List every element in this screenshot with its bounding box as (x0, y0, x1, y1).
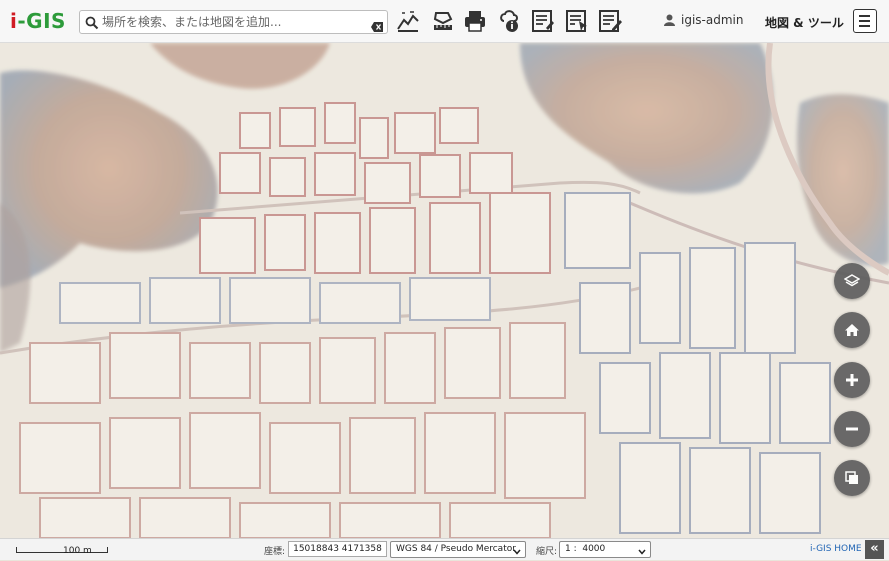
search-input[interactable] (102, 13, 357, 31)
chevron-down-icon (638, 546, 646, 561)
edit-report-icon[interactable] (598, 9, 622, 33)
select-report-icon[interactable] (565, 9, 589, 33)
scale-select[interactable]: 1 : 4000 (559, 541, 651, 558)
layers-button[interactable] (834, 263, 870, 299)
basemap-button[interactable] (834, 460, 870, 496)
home-button[interactable] (834, 312, 870, 348)
igis-home-link[interactable]: i-GIS HOME (810, 544, 862, 554)
user-icon (664, 14, 675, 26)
zoom-in-icon (846, 374, 858, 386)
measure-area-icon[interactable] (431, 9, 455, 33)
top-bar: i-GIS igis-admin 地図 & ツール (0, 0, 889, 43)
collapse-button[interactable]: « (865, 540, 884, 559)
layers-icon (844, 274, 860, 287)
zoom-out-button[interactable] (834, 411, 870, 447)
scale-label: 縮尺: (536, 547, 558, 557)
clear-search-icon[interactable] (371, 17, 383, 36)
app-logo[interactable]: i-GIS (10, 9, 66, 33)
coordinate-display: 15018843 4171358 (288, 541, 387, 557)
hillshade-map (0, 43, 889, 538)
search-icon (85, 15, 99, 34)
hamburger-menu-button[interactable] (853, 9, 877, 33)
scale-bar: 100 m (16, 546, 108, 556)
user-menu[interactable]: igis-admin (664, 13, 743, 27)
print-icon[interactable] (463, 9, 487, 33)
search-box[interactable] (79, 10, 388, 34)
chevron-down-icon (513, 546, 521, 561)
projection-select[interactable]: WGS 84 / Pseudo Mercator (390, 541, 526, 558)
home-icon (845, 324, 859, 336)
basemap-icon (845, 471, 858, 484)
user-name: igis-admin (681, 13, 744, 27)
profile-chart-icon[interactable] (396, 9, 420, 33)
info-query-icon[interactable] (497, 9, 521, 33)
map-tools-button[interactable]: 地図 & ツール (765, 14, 844, 31)
coord-label: 座標: (264, 547, 286, 557)
status-bar: 100 m 座標: 15018843 4171358 WGS 84 / Pseu… (0, 538, 889, 560)
zoom-in-button[interactable] (834, 362, 870, 398)
zoom-out-icon (846, 427, 858, 431)
report-icon[interactable] (531, 9, 555, 33)
map-canvas[interactable] (0, 43, 889, 538)
